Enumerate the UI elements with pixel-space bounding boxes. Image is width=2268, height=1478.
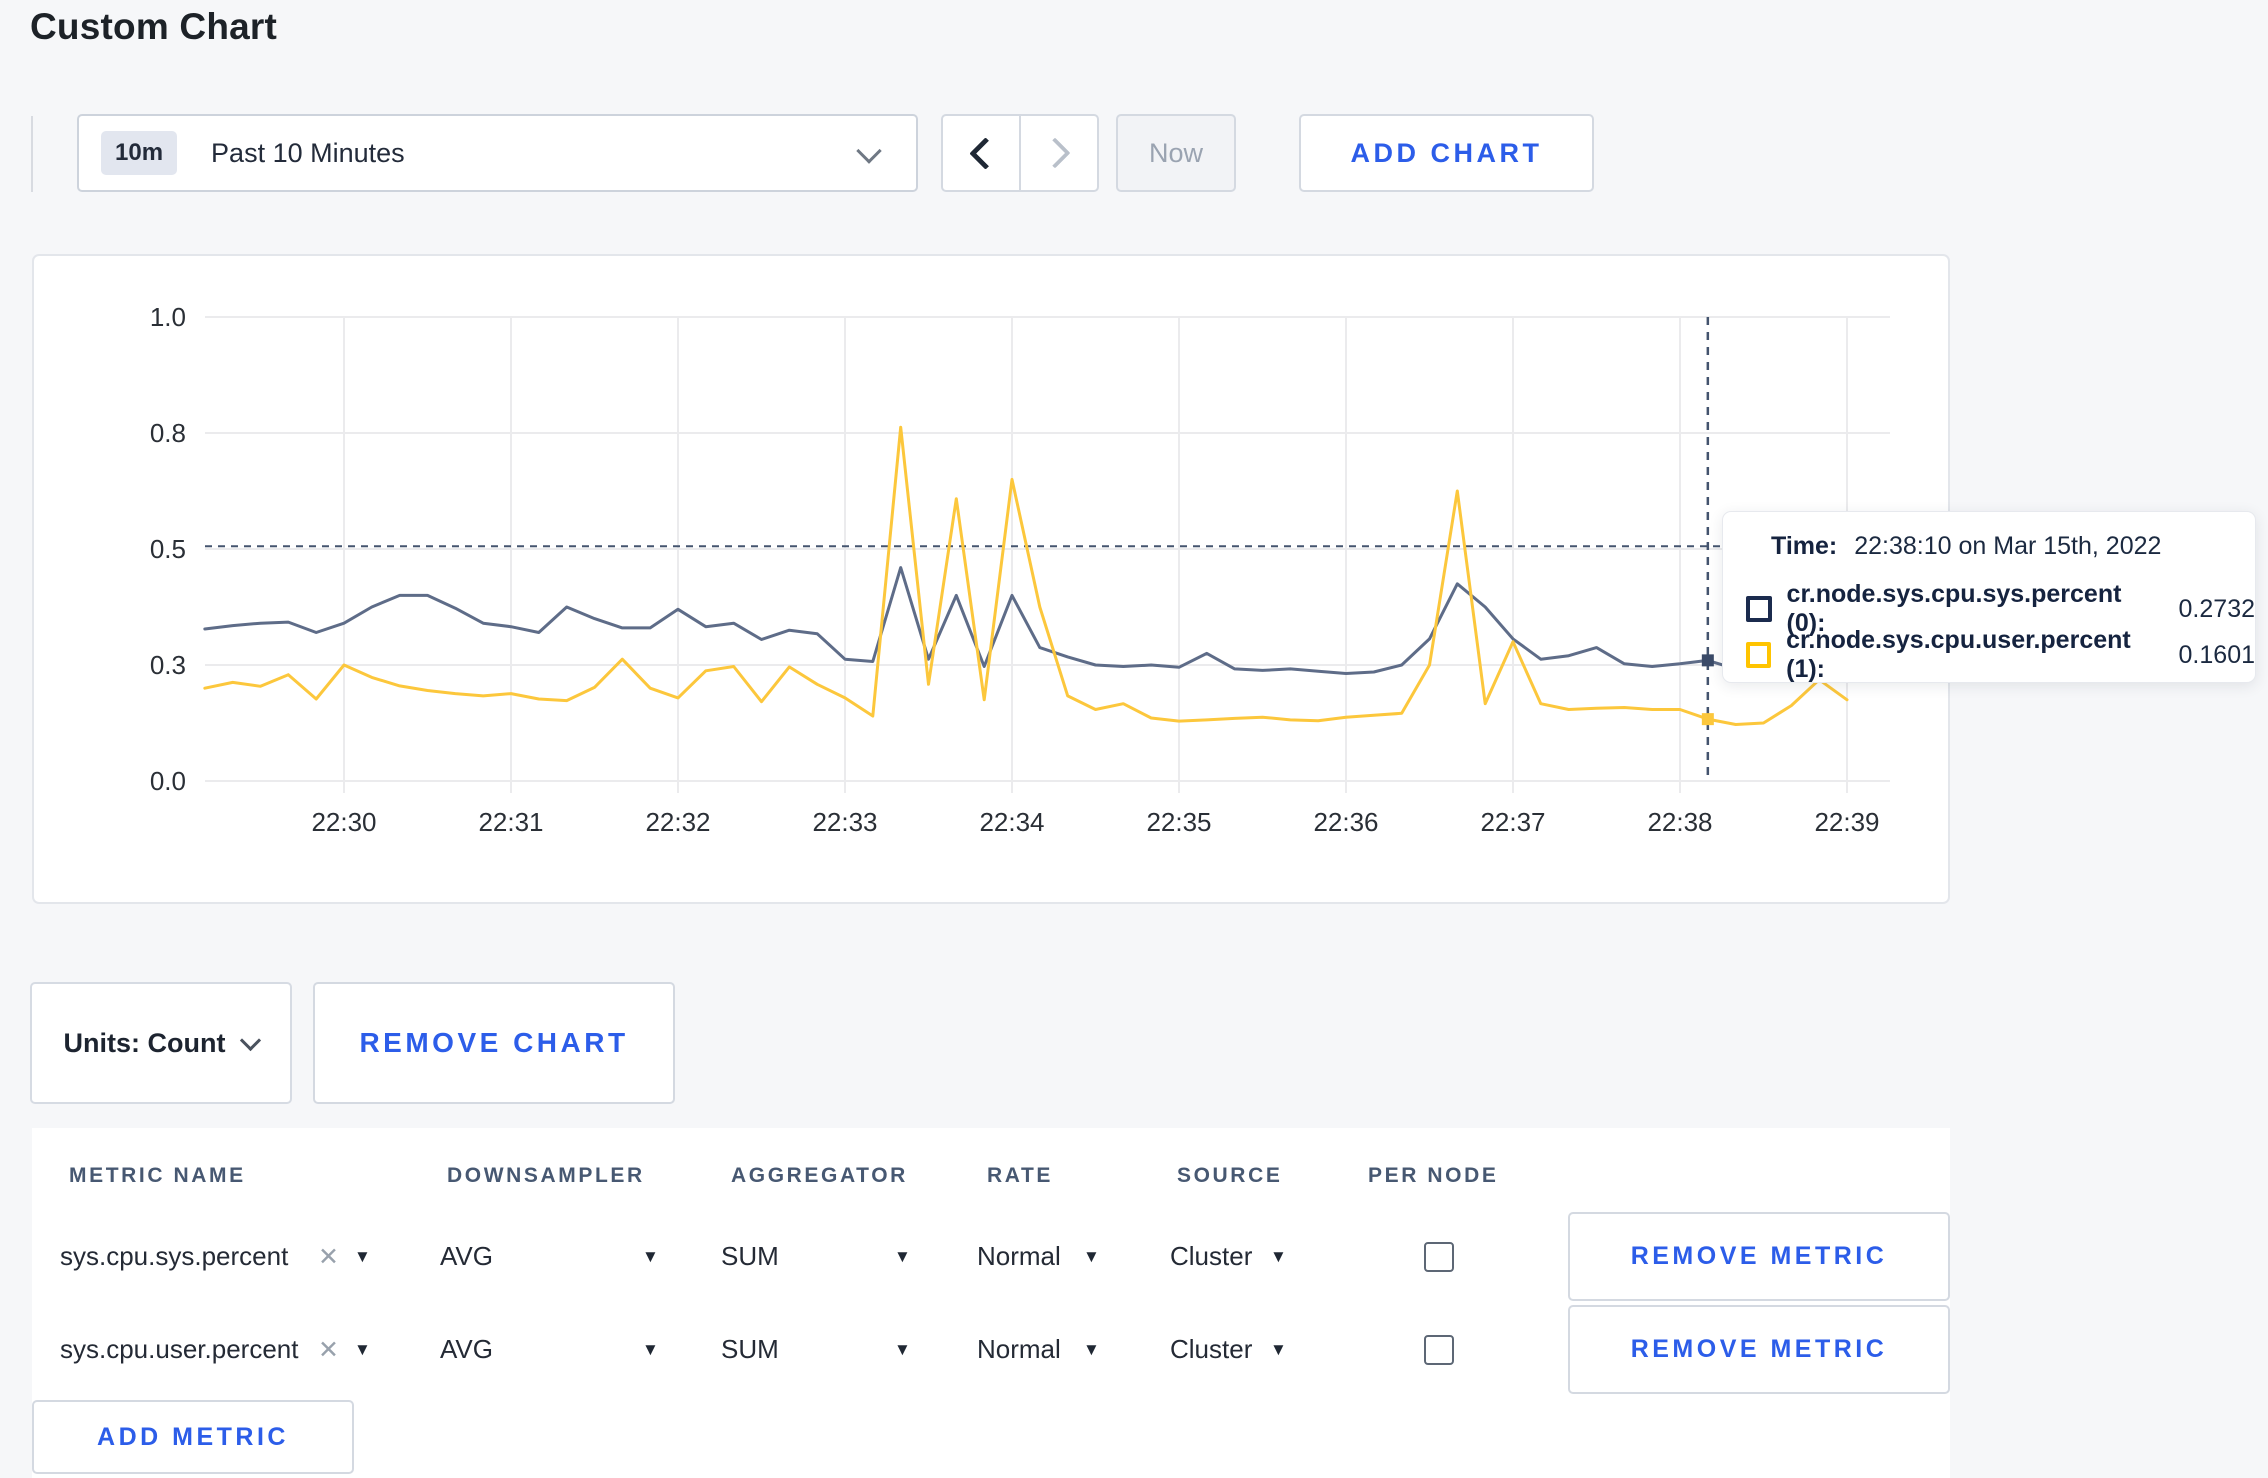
chevron-right-icon	[1039, 137, 1071, 169]
source-caret-icon[interactable]: ▼	[1270, 1303, 1287, 1396]
x-tick-label: 22:31	[478, 807, 543, 837]
metric-name-value[interactable]: sys.cpu.sys.percent	[60, 1210, 288, 1303]
clear-metric-icon[interactable]: ✕	[318, 1210, 339, 1303]
downsampler-caret-icon[interactable]: ▼	[642, 1210, 659, 1303]
col-header-per-node: PER NODE	[1368, 1164, 1499, 1187]
series-line	[203, 566, 1849, 675]
rate-caret-icon[interactable]: ▼	[1083, 1303, 1100, 1396]
add-chart-button[interactable]: ADD CHART	[1299, 114, 1594, 192]
remove-metric-button[interactable]: REMOVE METRIC	[1568, 1212, 1950, 1301]
user-series-swatch-icon	[1746, 642, 1772, 668]
time-range-arrows	[941, 114, 1099, 192]
units-label: Units: Count	[63, 1027, 226, 1058]
clear-metric-icon[interactable]: ✕	[318, 1303, 339, 1396]
rate-caret-icon[interactable]: ▼	[1083, 1210, 1100, 1303]
y-tick-label: 0.5	[150, 534, 186, 564]
remove-metric-button[interactable]: REMOVE METRIC	[1568, 1305, 1950, 1394]
y-tick-label: 1.0	[150, 302, 186, 332]
downsampler-caret-icon[interactable]: ▼	[642, 1303, 659, 1396]
x-tick-label: 22:34	[979, 807, 1044, 837]
y-tick-label: 0.0	[150, 766, 186, 796]
metric-caret-icon[interactable]: ▼	[354, 1303, 371, 1396]
aggregator-select[interactable]: SUM	[721, 1210, 779, 1303]
time-range-badge: 10m	[101, 131, 178, 175]
next-range-button[interactable]	[1019, 116, 1097, 190]
downsampler-select[interactable]: AVG	[440, 1210, 493, 1303]
col-header-source: SOURCE	[1177, 1164, 1283, 1187]
units-dropdown[interactable]: Units: Count	[30, 982, 292, 1104]
remove-chart-button[interactable]: REMOVE CHART	[313, 982, 675, 1104]
x-tick-label: 22:37	[1480, 807, 1545, 837]
x-tick-label: 22:38	[1647, 807, 1712, 837]
toolbar-divider	[31, 116, 33, 192]
tooltip-series-value: 0.2732	[2178, 594, 2255, 623]
table-row: sys.cpu.sys.percent ✕ ▼ AVG ▼ SUM ▼ Norm…	[32, 1210, 1950, 1303]
x-tick-label: 22:32	[645, 807, 710, 837]
per-node-checkbox[interactable]	[1424, 1242, 1454, 1272]
table-row: sys.cpu.user.percent ✕ ▼ AVG ▼ SUM ▼ Nor…	[32, 1303, 1950, 1396]
metric-name-value[interactable]: sys.cpu.user.percent	[60, 1303, 298, 1396]
col-header-metric-name: METRIC NAME	[69, 1164, 246, 1187]
sys-series-swatch-icon	[1746, 596, 1772, 622]
tooltip-time-value: 22:38:10 on Mar 15th, 2022	[1854, 532, 2162, 560]
source-caret-icon[interactable]: ▼	[1270, 1210, 1287, 1303]
add-metric-button[interactable]: ADD METRIC	[32, 1400, 354, 1474]
chevron-left-icon	[968, 136, 1002, 170]
rate-select[interactable]: Normal	[977, 1210, 1061, 1303]
aggregator-select[interactable]: SUM	[721, 1303, 779, 1396]
rate-select[interactable]: Normal	[977, 1303, 1061, 1396]
x-tick-label: 22:35	[1146, 807, 1211, 837]
tooltip-series-name: cr.node.sys.cpu.user.percent (1):	[1786, 626, 2131, 683]
now-button[interactable]: Now	[1116, 114, 1236, 192]
metric-caret-icon[interactable]: ▼	[354, 1210, 371, 1303]
source-select[interactable]: Cluster	[1170, 1303, 1252, 1396]
x-tick-label: 22:36	[1313, 807, 1378, 837]
hover-marker	[1701, 713, 1714, 726]
tooltip-series-value: 0.1601	[2178, 640, 2255, 669]
hover-marker	[1701, 654, 1714, 667]
chevron-down-icon	[240, 1029, 262, 1051]
aggregator-caret-icon[interactable]: ▼	[894, 1210, 911, 1303]
page-title: Custom Chart	[30, 6, 278, 47]
chart-card: 0.0 0.3 0.5 0.8 1.0 22:30 22:31 22:32 22:33 22:34…	[32, 254, 1950, 904]
per-node-checkbox[interactable]	[1424, 1335, 1454, 1365]
y-tick-label: 0.8	[150, 418, 186, 448]
chart-tooltip: Time: 22:38:10 on Mar 15th, 2022 cr.node…	[1722, 511, 2256, 683]
col-header-downsampler: DOWNSAMPLER	[447, 1164, 645, 1187]
time-range-picker[interactable]: 10m Past 10 Minutes	[77, 114, 918, 192]
y-tick-label: 0.3	[150, 650, 186, 680]
source-select[interactable]: Cluster	[1170, 1210, 1252, 1303]
aggregator-caret-icon[interactable]: ▼	[894, 1303, 911, 1396]
chevron-down-icon	[856, 138, 882, 164]
x-tick-label: 22:33	[812, 807, 877, 837]
x-tick-label: 22:30	[311, 807, 376, 837]
downsampler-select[interactable]: AVG	[440, 1303, 493, 1396]
cpu-chart[interactable]: 0.0 0.3 0.5 0.8 1.0 22:30 22:31 22:32 22:33 22:34…	[34, 256, 1948, 902]
series-line	[203, 425, 1849, 726]
col-header-aggregator: AGGREGATOR	[731, 1164, 908, 1187]
col-header-rate: RATE	[987, 1164, 1054, 1187]
time-range-label: Past 10 Minutes	[211, 137, 405, 168]
x-tick-label: 22:39	[1814, 807, 1879, 837]
previous-range-button[interactable]	[943, 116, 1019, 190]
tooltip-time-label: Time:	[1771, 532, 1838, 560]
